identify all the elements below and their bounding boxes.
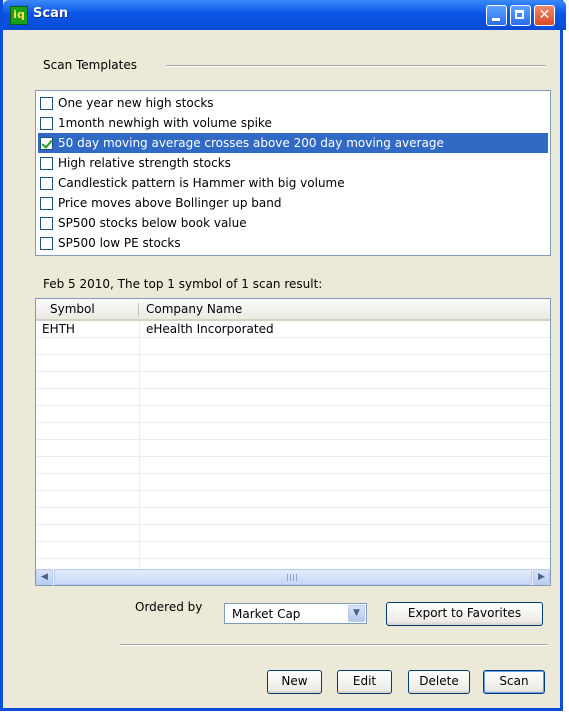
template-checkbox[interactable] bbox=[40, 196, 53, 210]
template-item[interactable]: Candlestick pattern is Hammer with big v… bbox=[38, 173, 548, 193]
template-item[interactable]: SP500 low PE stocks bbox=[38, 233, 548, 253]
title-bar[interactable]: iq Scan ✕ bbox=[3, 0, 566, 30]
template-label: One year new high stocks bbox=[58, 96, 214, 110]
scroll-thumb[interactable] bbox=[54, 569, 532, 585]
export-to-favorites-button[interactable]: Export to Favorites bbox=[386, 602, 543, 626]
scan-templates-heading: Scan Templates bbox=[43, 58, 137, 72]
scan-button[interactable]: Scan bbox=[483, 670, 545, 694]
table-row[interactable] bbox=[36, 338, 550, 355]
arrow-left-icon: ◀ bbox=[41, 572, 48, 582]
table-row[interactable] bbox=[36, 389, 550, 406]
result-summary: Feb 5 2010, The top 1 symbol of 1 scan r… bbox=[43, 277, 323, 291]
grip-icon bbox=[287, 574, 299, 581]
chevron-down-icon: ▼ bbox=[353, 608, 360, 618]
template-label: 1month newhigh with volume spike bbox=[58, 116, 272, 130]
table-header: Symbol Company Name bbox=[36, 299, 550, 321]
column-header-company[interactable]: Company Name bbox=[146, 302, 242, 316]
template-item[interactable]: 1month newhigh with volume spike bbox=[38, 113, 548, 133]
table-row[interactable] bbox=[36, 406, 550, 423]
maximize-button[interactable] bbox=[510, 5, 531, 26]
template-item[interactable]: One year new high stocks bbox=[38, 93, 548, 113]
new-button[interactable]: New bbox=[267, 670, 322, 694]
table-row[interactable] bbox=[36, 423, 550, 440]
template-checkbox[interactable] bbox=[40, 136, 53, 150]
template-label: SP500 low PE stocks bbox=[58, 236, 181, 250]
arrow-right-icon: ▶ bbox=[538, 572, 545, 582]
table-row[interactable] bbox=[36, 440, 550, 457]
window-title: Scan bbox=[33, 6, 69, 21]
template-label: High relative strength stocks bbox=[58, 156, 231, 170]
order-select-value: Market Cap bbox=[232, 607, 301, 621]
table-row[interactable] bbox=[36, 525, 550, 542]
scroll-right-button[interactable]: ▶ bbox=[533, 569, 550, 585]
table-row[interactable] bbox=[36, 491, 550, 508]
company-cell: eHealth Incorporated bbox=[146, 322, 274, 336]
template-checkbox[interactable] bbox=[40, 96, 53, 110]
templates-list: One year new high stocks 1month newhigh w… bbox=[35, 90, 551, 256]
table-row[interactable] bbox=[36, 457, 550, 474]
column-separator[interactable] bbox=[138, 303, 139, 317]
scroll-left-button[interactable]: ◀ bbox=[36, 569, 53, 585]
template-label: Candlestick pattern is Hammer with big v… bbox=[58, 176, 345, 190]
horizontal-scrollbar[interactable]: ◀ ▶ bbox=[36, 569, 550, 585]
template-checkbox[interactable] bbox=[40, 176, 53, 190]
table-row[interactable] bbox=[36, 372, 550, 389]
order-select[interactable]: Market Cap ▼ bbox=[224, 603, 367, 624]
symbol-cell: EHTH bbox=[42, 322, 75, 336]
ordered-by-label: Ordered by bbox=[135, 600, 203, 614]
section-divider bbox=[166, 65, 546, 67]
template-item[interactable]: High relative strength stocks bbox=[38, 153, 548, 173]
template-checkbox[interactable] bbox=[40, 236, 53, 250]
template-checkbox[interactable] bbox=[40, 156, 53, 170]
table-row[interactable]: EHTH eHealth Incorporated bbox=[36, 321, 550, 338]
template-item[interactable]: Price moves above Bollinger up band bbox=[38, 193, 548, 213]
results-table: Symbol Company Name EHTH eHealth Incorpor… bbox=[35, 298, 551, 586]
template-label: SP500 stocks below book value bbox=[58, 216, 247, 230]
template-item[interactable]: 50 day moving average crosses above 200 … bbox=[38, 133, 548, 153]
scan-window: iq Scan ✕ Scan Templates One year new hi… bbox=[0, 0, 566, 711]
close-button[interactable]: ✕ bbox=[534, 5, 555, 26]
template-checkbox[interactable] bbox=[40, 116, 53, 130]
template-checkbox[interactable] bbox=[40, 216, 53, 230]
dropdown-button[interactable]: ▼ bbox=[348, 605, 365, 622]
column-header-symbol[interactable]: Symbol bbox=[50, 302, 95, 316]
template-label: Price moves above Bollinger up band bbox=[58, 196, 282, 210]
table-row[interactable] bbox=[36, 355, 550, 372]
edit-button[interactable]: Edit bbox=[337, 670, 392, 694]
button-divider bbox=[120, 644, 548, 646]
delete-button[interactable]: Delete bbox=[408, 670, 470, 694]
app-icon: iq bbox=[10, 6, 28, 25]
close-icon: ✕ bbox=[538, 7, 551, 23]
template-label: 50 day moving average crosses above 200 … bbox=[58, 136, 444, 150]
template-item[interactable]: SP500 stocks below book value bbox=[38, 213, 548, 233]
table-row[interactable] bbox=[36, 474, 550, 491]
minimize-button[interactable] bbox=[486, 5, 507, 26]
table-row[interactable] bbox=[36, 508, 550, 525]
table-row[interactable] bbox=[36, 542, 550, 559]
